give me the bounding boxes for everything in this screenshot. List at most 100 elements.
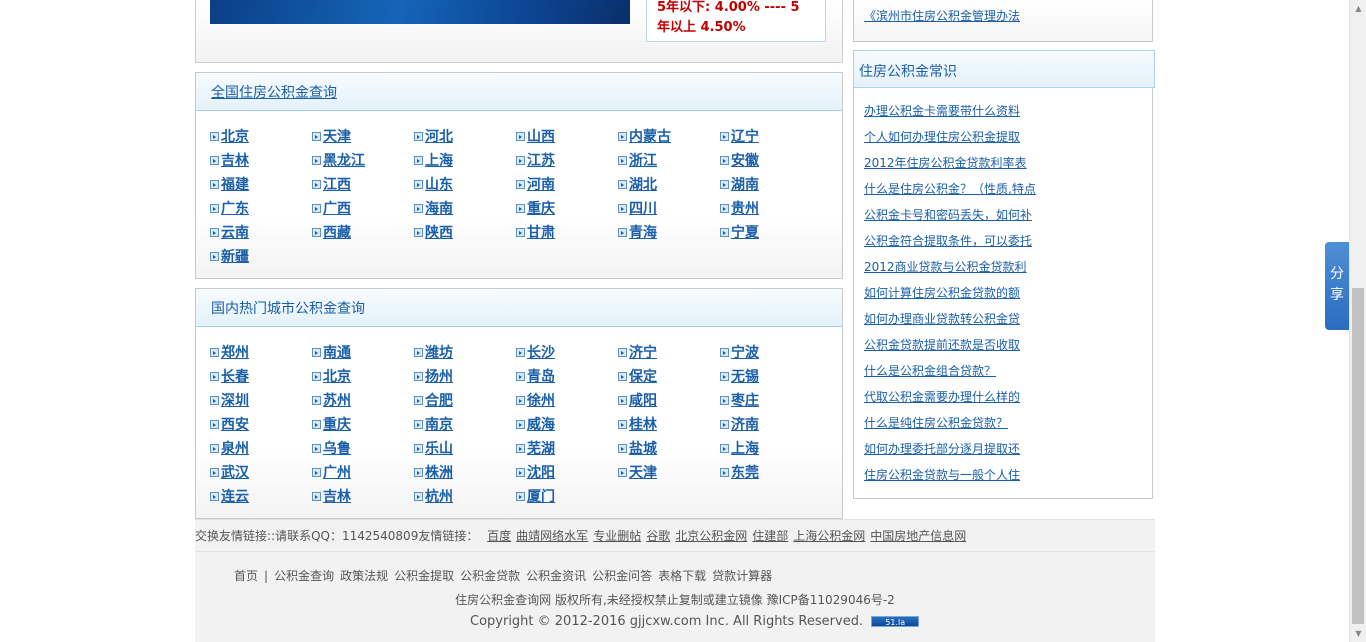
city-link[interactable]: 无锡: [731, 366, 759, 386]
city-link[interactable]: 厦门: [527, 486, 555, 506]
city-link[interactable]: 天津: [629, 462, 657, 482]
province-link[interactable]: 河南: [527, 174, 555, 194]
province-link[interactable]: 北京: [221, 126, 249, 146]
city-link[interactable]: 东莞: [731, 462, 759, 482]
city-link[interactable]: 长春: [221, 366, 249, 386]
province-link[interactable]: 广西: [323, 198, 351, 218]
knowledge-link[interactable]: 什么是公积金组合贷款？: [864, 364, 996, 378]
friend-link[interactable]: 中国房地产信息网: [870, 529, 966, 543]
province-link[interactable]: 山西: [527, 126, 555, 146]
knowledge-link[interactable]: 住房公积金贷款与一般个人住: [864, 468, 1020, 482]
city-link[interactable]: 枣庄: [731, 390, 759, 410]
city-link[interactable]: 广州: [323, 462, 351, 482]
footer-nav-link[interactable]: 表格下载: [658, 569, 706, 583]
footer-nav-link[interactable]: 贷款计算器: [712, 569, 772, 583]
friend-link[interactable]: 百度: [487, 529, 511, 543]
province-link[interactable]: 海南: [425, 198, 453, 218]
province-link[interactable]: 江西: [323, 174, 351, 194]
province-link[interactable]: 新疆: [221, 246, 249, 266]
province-link[interactable]: 青海: [629, 222, 657, 242]
province-link[interactable]: 贵州: [731, 198, 759, 218]
city-link[interactable]: 重庆: [323, 414, 351, 434]
city-link[interactable]: 杭州: [425, 486, 453, 506]
province-link[interactable]: 湖南: [731, 174, 759, 194]
knowledge-link[interactable]: 如何办理商业贷款转公积金贷: [864, 312, 1020, 326]
city-link[interactable]: 桂林: [629, 414, 657, 434]
city-link[interactable]: 南通: [323, 342, 351, 362]
stats-badge-icon[interactable]: 51.la: [871, 616, 920, 627]
city-link[interactable]: 合肥: [425, 390, 453, 410]
footer-nav-link[interactable]: 公积金查询: [274, 569, 334, 583]
footer-nav-link[interactable]: 公积金资讯: [526, 569, 586, 583]
scroll-down-arrow-icon[interactable]: ▼: [1350, 625, 1366, 642]
knowledge-link[interactable]: 公积金贷款提前还款是否收取: [864, 338, 1020, 352]
national-panel-title[interactable]: 全国住房公积金查询: [211, 82, 337, 102]
city-link[interactable]: 长沙: [527, 342, 555, 362]
city-link[interactable]: 上海: [731, 438, 759, 458]
city-link[interactable]: 沈阳: [527, 462, 555, 482]
city-link[interactable]: 保定: [629, 366, 657, 386]
city-link[interactable]: 宁波: [731, 342, 759, 362]
knowledge-link[interactable]: 办理公积金卡需要带什么资料: [864, 104, 1020, 118]
friend-link[interactable]: 住建部: [752, 529, 788, 543]
knowledge-link[interactable]: 2012年住房公积金贷款利率表: [864, 156, 1027, 170]
province-link[interactable]: 广东: [221, 198, 249, 218]
province-link[interactable]: 安徽: [731, 150, 759, 170]
city-link[interactable]: 武汉: [221, 462, 249, 482]
friend-link[interactable]: 谷歌: [646, 529, 670, 543]
friend-link[interactable]: 上海公积金网: [793, 529, 865, 543]
city-link[interactable]: 南京: [425, 414, 453, 434]
city-link[interactable]: 咸阳: [629, 390, 657, 410]
city-link[interactable]: 威海: [527, 414, 555, 434]
city-link[interactable]: 乐山: [425, 438, 453, 458]
knowledge-link[interactable]: 个人如何办理住房公积金提取: [864, 130, 1020, 144]
province-link[interactable]: 辽宁: [731, 126, 759, 146]
province-link[interactable]: 上海: [425, 150, 453, 170]
knowledge-link[interactable]: 公积金卡号和密码丢失，如何补: [864, 208, 1032, 222]
province-link[interactable]: 甘肃: [527, 222, 555, 242]
scroll-up-arrow-icon[interactable]: ▲: [1350, 0, 1366, 17]
province-link[interactable]: 四川: [629, 198, 657, 218]
province-link[interactable]: 吉林: [221, 150, 249, 170]
city-link[interactable]: 西安: [221, 414, 249, 434]
province-link[interactable]: 陕西: [425, 222, 453, 242]
city-link[interactable]: 吉林: [323, 486, 351, 506]
province-link[interactable]: 天津: [323, 126, 351, 146]
province-link[interactable]: 河北: [425, 126, 453, 146]
province-link[interactable]: 西藏: [323, 222, 351, 242]
province-link[interactable]: 山东: [425, 174, 453, 194]
province-link[interactable]: 浙江: [629, 150, 657, 170]
knowledge-link[interactable]: 公积金符合提取条件，可以委托: [864, 234, 1032, 248]
friend-link[interactable]: 北京公积金网: [675, 529, 747, 543]
knowledge-link[interactable]: 2012商业贷款与公积金贷款利: [864, 260, 1027, 274]
knowledge-link[interactable]: 如何办理委托部分逐月提取还: [864, 442, 1020, 456]
knowledge-link[interactable]: 什么是纯住房公积金贷款？: [864, 416, 1008, 430]
policy-link[interactable]: 《滨州市住房公积金管理办法: [864, 7, 1020, 24]
city-link[interactable]: 连云: [221, 486, 249, 506]
province-link[interactable]: 内蒙古: [629, 126, 671, 146]
knowledge-link[interactable]: 如何计算住房公积金贷款的额: [864, 286, 1020, 300]
city-link[interactable]: 泉州: [221, 438, 249, 458]
city-link[interactable]: 北京: [323, 366, 351, 386]
city-link[interactable]: 芜湖: [527, 438, 555, 458]
city-link[interactable]: 苏州: [323, 390, 351, 410]
province-link[interactable]: 黑龙江: [323, 150, 365, 170]
province-link[interactable]: 宁夏: [731, 222, 759, 242]
footer-nav-link[interactable]: 公积金贷款: [460, 569, 520, 583]
city-link[interactable]: 盐城: [629, 438, 657, 458]
page-scrollbar[interactable]: ▲ ▼: [1349, 0, 1366, 642]
city-link[interactable]: 济宁: [629, 342, 657, 362]
province-link[interactable]: 重庆: [527, 198, 555, 218]
province-link[interactable]: 湖北: [629, 174, 657, 194]
city-link[interactable]: 徐州: [527, 390, 555, 410]
province-link[interactable]: 江苏: [527, 150, 555, 170]
friend-link[interactable]: 专业删帖: [593, 529, 641, 543]
city-link[interactable]: 乌鲁: [323, 438, 351, 458]
city-link[interactable]: 济南: [731, 414, 759, 434]
city-link[interactable]: 青岛: [527, 366, 555, 386]
province-link[interactable]: 福建: [221, 174, 249, 194]
footer-nav-link[interactable]: 首页: [234, 569, 258, 583]
footer-nav-link[interactable]: 公积金提取: [394, 569, 454, 583]
city-link[interactable]: 扬州: [425, 366, 453, 386]
footer-nav-link[interactable]: 公积金问答: [592, 569, 652, 583]
